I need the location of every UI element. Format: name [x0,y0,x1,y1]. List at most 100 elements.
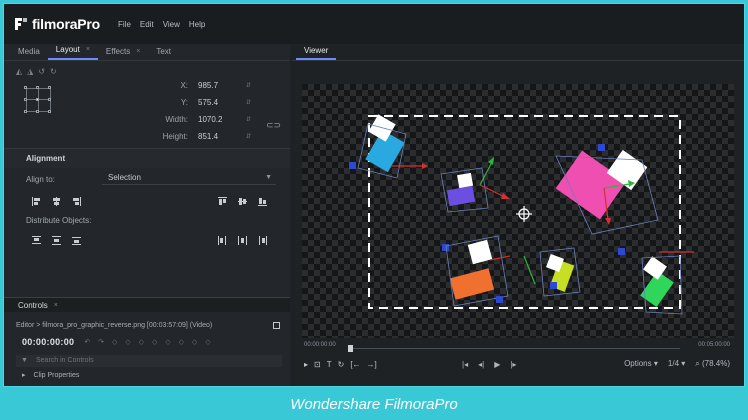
viewer-canvas[interactable] [302,84,734,338]
zoom-dropdown[interactable]: ⌕ (78.4%) [695,359,730,369]
options-dropdown[interactable]: Options ▾ [624,359,658,369]
viewer-time-start: 00:00:00:00 [304,342,336,348]
caption: Wondershare FilmoraPro [290,396,458,413]
tab-effects[interactable]: Effects × [98,47,148,60]
tab-viewer[interactable]: Viewer [296,46,337,60]
transform-tool-icon[interactable]: ⊡ [314,360,321,369]
keyframe-nav-icons[interactable]: ↶ ↷ ◇ ◇ ◇ ◇ ◇ ◇ ◇ ◇ [84,338,213,346]
controls-timecode-row: 00:00:00:00 ↶ ↷ ◇ ◇ ◇ ◇ ◇ ◇ ◇ ◇ [22,337,214,347]
app-name: filmoraPro [32,16,101,32]
controls-tab[interactable]: Controls × [4,297,290,312]
resolution-dropdown[interactable]: 1/4 ▾ [668,359,685,369]
flip-vertical-icon[interactable]: ◮ [27,67,33,76]
distribute-right-icon[interactable] [258,236,267,245]
align-right-icon[interactable] [72,197,81,206]
link-aspect-icon[interactable]: ⊂⊃ [266,120,281,131]
distribute-buttons-row [4,230,290,254]
close-icon[interactable]: × [136,48,140,55]
height-input[interactable]: 851.4 [198,132,246,141]
viewer-scrubber[interactable]: 00:00:00:00 00:05:00:00 [302,342,734,354]
x-stepper-icon[interactable]: ⇵ [246,82,251,89]
close-icon[interactable]: × [54,302,58,309]
layout-toolbar: ◭ ◮ ↺ ↻ [4,64,290,78]
playhead-handle[interactable] [348,345,353,352]
align-left-icon[interactable] [32,197,41,206]
align-to-value: Selection [108,173,141,182]
controls-search[interactable]: ▼ Search in Controls [16,355,282,367]
tab-effects-label: Effects [105,47,131,56]
align-center-h-icon[interactable] [52,197,61,206]
left-panel: Media Layout × Effects × Text ◭ ◮ ↺ ↻ X:… [4,44,290,386]
clip-properties-label: Clip Properties [33,372,80,379]
x-input[interactable]: 985.7 [198,81,246,90]
panel-toggle-icon[interactable] [273,322,280,329]
distribute-left-icon[interactable] [218,236,227,245]
menu-help[interactable]: Help [189,20,205,29]
text-tool-icon[interactable]: T [327,360,332,369]
width-input[interactable]: 1070.2 [198,115,246,124]
x-label: X: [180,81,188,90]
align-middle-v-icon[interactable] [238,197,247,206]
distribute-bottom-icon[interactable] [72,236,81,245]
step-forward-icon[interactable]: |▸ [510,360,516,369]
tab-layout-label: Layout [55,45,80,54]
menu-bar: File Edit View Help [118,20,205,29]
rotate-cw-icon[interactable]: ↻ [50,67,57,76]
anchor-point-grid[interactable] [24,86,52,114]
purple-shape-icon [440,157,510,251]
align-to-label: Align to: [26,175,55,184]
tab-layout[interactable]: Layout × [47,45,98,60]
distribute-label: Distribute Objects: [26,216,92,225]
go-to-start-icon[interactable]: |◂ [462,360,468,369]
y-stepper-icon[interactable]: ⇵ [246,99,251,106]
height-stepper-icon[interactable]: ⇵ [246,133,251,140]
y-field: Y: 575.4 ⇵ [154,98,251,107]
scrub-track[interactable] [350,348,680,349]
mark-in-icon[interactable]: [← [350,360,360,369]
distribute-middle-icon[interactable] [238,236,247,245]
align-bottom-icon[interactable] [258,197,267,206]
distribute-top-icon[interactable] [32,236,41,245]
menu-file[interactable]: File [118,20,131,29]
select-tool-icon[interactable]: ▸ [304,360,308,369]
controls-timecode[interactable]: 00:00:00:00 [22,337,74,347]
menu-view[interactable]: View [163,20,180,29]
options-label: Options [624,359,652,368]
align-to-select[interactable]: Selection ▼ [102,171,276,185]
zoom-label: (78.4%) [701,359,730,368]
width-stepper-icon[interactable]: ⇵ [246,116,251,123]
play-icon[interactable]: ▶ [494,360,500,369]
lime-shape-icon [523,247,581,297]
flip-horizontal-icon[interactable]: ◭ [16,67,22,76]
viewer-tools: ▸ ⊡ T ↻ [← →] [302,360,377,369]
y-input[interactable]: 575.4 [198,98,246,107]
pink-shape-icon [555,144,659,235]
alignment-section-header[interactable]: Alignment [4,148,290,168]
app-window: filmoraPro File Edit View Help Media Lay… [3,3,745,387]
menu-edit[interactable]: Edit [140,20,154,29]
clip-properties-row[interactable]: ▸ Clip Properties [22,371,79,379]
filmora-logo-icon [14,17,28,31]
app-logo: filmoraPro [14,16,100,32]
loop-icon[interactable]: ↻ [338,360,345,369]
expand-arrow-icon: ▸ [22,372,26,379]
close-icon[interactable]: × [86,46,90,53]
viewer-transport: ▸ ⊡ T ↻ [← →] |◂ ◂| ▶ |▸ Options ▾ 1/4 ▾… [302,358,734,370]
left-tabbar: Media Layout × Effects × Text [4,44,290,61]
align-top-icon[interactable] [218,197,227,206]
filter-icon: ▼ [21,357,28,364]
viewer-tabbar: Viewer [292,44,744,61]
y-label: Y: [180,98,188,107]
distribute-center-icon[interactable] [52,236,61,245]
green-shape-icon [618,248,694,315]
tab-media[interactable]: Media [10,47,48,60]
controls-path-text: Editor > filmora_pro_graphic_reverse.png… [16,322,213,329]
canvas-graphics [349,114,694,315]
mark-out-icon[interactable]: →] [367,360,377,369]
step-back-icon[interactable]: ◂| [478,360,484,369]
tab-text[interactable]: Text [148,47,179,60]
rotate-ccw-icon[interactable]: ↺ [38,67,45,76]
x-field: X: 985.7 ⇵ [154,81,251,90]
tab-text-label: Text [156,47,171,56]
distribute-row: Distribute Objects: [4,214,290,230]
